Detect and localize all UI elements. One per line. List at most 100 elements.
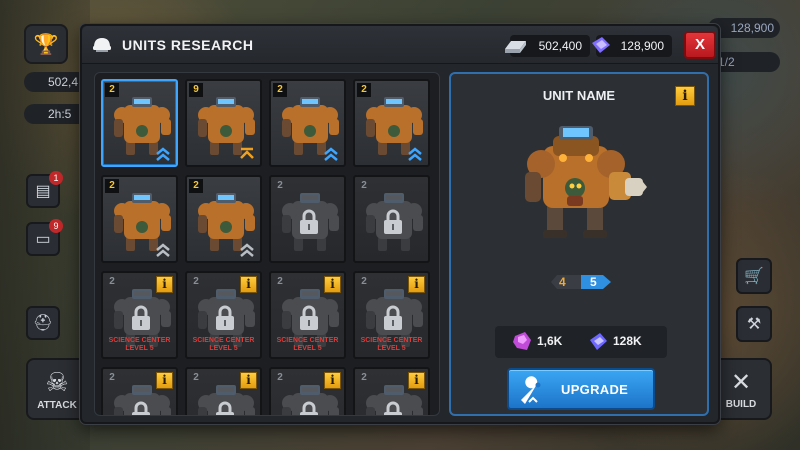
unit-level-badge: 2 xyxy=(277,372,283,383)
upgrade-chevron-icon xyxy=(240,147,254,159)
unit-name: UNIT NAME xyxy=(542,88,616,103)
dialog-title: UNITS RESEARCH xyxy=(122,37,254,53)
unit-card[interactable]: 2 xyxy=(101,175,178,263)
helmet-button[interactable]: ⛑ xyxy=(26,306,60,340)
unit-level-badge: 2 xyxy=(105,179,119,193)
lock-icon xyxy=(216,305,234,330)
unit-card[interactable]: 2 i xyxy=(353,367,430,415)
unit-card[interactable]: 2 i xyxy=(101,367,178,415)
crystal-ticket-icon xyxy=(592,37,610,53)
hammer-icon: ⚒ xyxy=(746,316,762,333)
unit-card[interactable]: 2 i SCIENCE CENTER LEVEL 5 xyxy=(101,271,178,359)
notification-badge: 9 xyxy=(49,219,63,233)
chat-icon: ▭ xyxy=(35,231,51,248)
upgrade-chevron-icon xyxy=(156,147,170,161)
news-button[interactable]: ▤ 1 xyxy=(26,171,63,208)
unit-info-button[interactable]: i xyxy=(408,372,425,389)
unit-info-button[interactable]: i xyxy=(156,276,173,293)
attack-label: ATTACK xyxy=(37,400,77,411)
dialog-header: UNITS RESEARCH 502,400 128,900 X xyxy=(82,26,718,64)
unit-level-badge: 2 xyxy=(109,276,115,287)
unit-grid-panel: 2 9 2 2 2 2 2 2 2 i SCIENCE CENTER LEVEL… xyxy=(94,72,440,416)
current-level: 4 xyxy=(559,275,566,289)
lock-icon xyxy=(384,401,402,415)
tools-button[interactable]: ⚒ xyxy=(736,306,772,342)
lock-icon xyxy=(300,401,318,415)
helmet-icon: ⛑ xyxy=(32,315,54,332)
unlock-requirement: SCIENCE CENTER LEVEL 5 xyxy=(360,337,423,352)
unit-card[interactable]: 2 i xyxy=(185,367,262,415)
unlock-requirement: SCIENCE CENTER LEVEL 5 xyxy=(276,337,339,352)
level-progression: 4 5 xyxy=(551,274,611,290)
unit-info-button[interactable]: i xyxy=(675,86,695,106)
lock-icon xyxy=(216,401,234,415)
unit-card[interactable]: 2 i SCIENCE CENTER LEVEL 5 xyxy=(185,271,262,359)
shop-button[interactable]: 🛒 xyxy=(736,258,772,294)
skull-icon: ☠ xyxy=(45,367,69,397)
notification-badge: 1 xyxy=(49,171,63,185)
unit-level-badge: 9 xyxy=(189,83,203,97)
trophy-icon[interactable]: 🏆 xyxy=(24,24,68,64)
upgrade-button[interactable]: UPGRADE xyxy=(507,368,655,410)
upgrade-chevron-icon xyxy=(324,147,338,161)
unit-level-badge: 2 xyxy=(109,372,115,383)
unit-grid: 2 9 2 2 2 2 2 2 2 i SCIENCE CENTER LEVEL… xyxy=(101,79,430,415)
helmet-icon xyxy=(93,38,111,52)
unlock-requirement: SCIENCE CENTER LEVEL 5 xyxy=(108,337,171,352)
unit-level-badge: 2 xyxy=(361,372,367,383)
lock-icon xyxy=(384,305,402,330)
lock-icon xyxy=(132,305,150,330)
upgrade-chevron-icon xyxy=(156,243,170,257)
unit-portrait xyxy=(525,126,647,238)
energy-ticket-icon xyxy=(590,333,607,350)
unit-card[interactable]: 2 xyxy=(269,79,346,167)
unit-level-badge: 2 xyxy=(357,83,371,97)
lock-icon xyxy=(384,209,402,234)
unit-level-badge: 2 xyxy=(193,372,199,383)
unit-card[interactable]: 2 i SCIENCE CENTER LEVEL 5 xyxy=(353,271,430,359)
unit-card[interactable]: 2 i xyxy=(269,367,346,415)
cart-icon: 🛒 xyxy=(744,268,764,285)
upgrade-cost: 1,6K 128K xyxy=(495,326,667,358)
unit-card[interactable]: 2 xyxy=(269,175,346,263)
unit-level-badge: 2 xyxy=(105,83,119,97)
unit-card[interactable]: 2 i SCIENCE CENTER LEVEL 5 xyxy=(269,271,346,359)
newspaper-icon: ▤ xyxy=(35,183,51,200)
metal-amount: 502,400 xyxy=(538,39,582,53)
unit-info-button[interactable]: i xyxy=(240,276,257,293)
energy-cost: 128K xyxy=(613,334,642,348)
unit-info-button[interactable]: i xyxy=(156,372,173,389)
unit-level-badge: 2 xyxy=(361,276,367,287)
unit-card[interactable]: 9 xyxy=(185,79,262,167)
metal-resource: 502,400 xyxy=(505,35,590,57)
wrench-icon xyxy=(521,376,541,404)
metal-ingot-icon xyxy=(505,41,526,53)
next-level: 5 xyxy=(590,275,597,289)
unit-detail-panel: UNIT NAME i 4 5 1,6K 128K UPGRADE xyxy=(449,72,709,416)
lock-icon xyxy=(132,401,150,415)
unit-card[interactable]: 2 xyxy=(101,79,178,167)
upgrade-label: UPGRADE xyxy=(561,382,629,397)
unit-card[interactable]: 2 xyxy=(353,175,430,263)
units-research-dialog: UNITS RESEARCH 502,400 128,900 X 2 9 2 2… xyxy=(80,24,720,424)
unit-level-badge: 2 xyxy=(273,83,287,97)
crossed-tools-icon: ✕ xyxy=(730,369,752,396)
attack-button[interactable]: ☠ ATTACK xyxy=(26,358,88,420)
unit-info-button[interactable]: i xyxy=(324,276,341,293)
unit-card[interactable]: 2 xyxy=(353,79,430,167)
upgrade-chevron-icon xyxy=(408,147,422,161)
unit-info-button[interactable]: i xyxy=(240,372,257,389)
unit-level-badge: 2 xyxy=(361,180,367,191)
chat-button[interactable]: ▭ 9 xyxy=(26,219,63,256)
unlock-requirement: SCIENCE CENTER LEVEL 5 xyxy=(192,337,255,352)
lock-icon xyxy=(300,209,318,234)
build-label: BUILD xyxy=(725,399,757,410)
unit-level-badge: 2 xyxy=(193,276,199,287)
unit-info-button[interactable]: i xyxy=(408,276,425,293)
unit-info-button[interactable]: i xyxy=(324,372,341,389)
crystal-amount: 128,900 xyxy=(620,39,664,53)
unit-card[interactable]: 2 xyxy=(185,175,262,263)
crystal-cost: 1,6K xyxy=(537,334,563,348)
upgrade-chevron-icon xyxy=(240,243,254,257)
close-button[interactable]: X xyxy=(684,31,716,59)
